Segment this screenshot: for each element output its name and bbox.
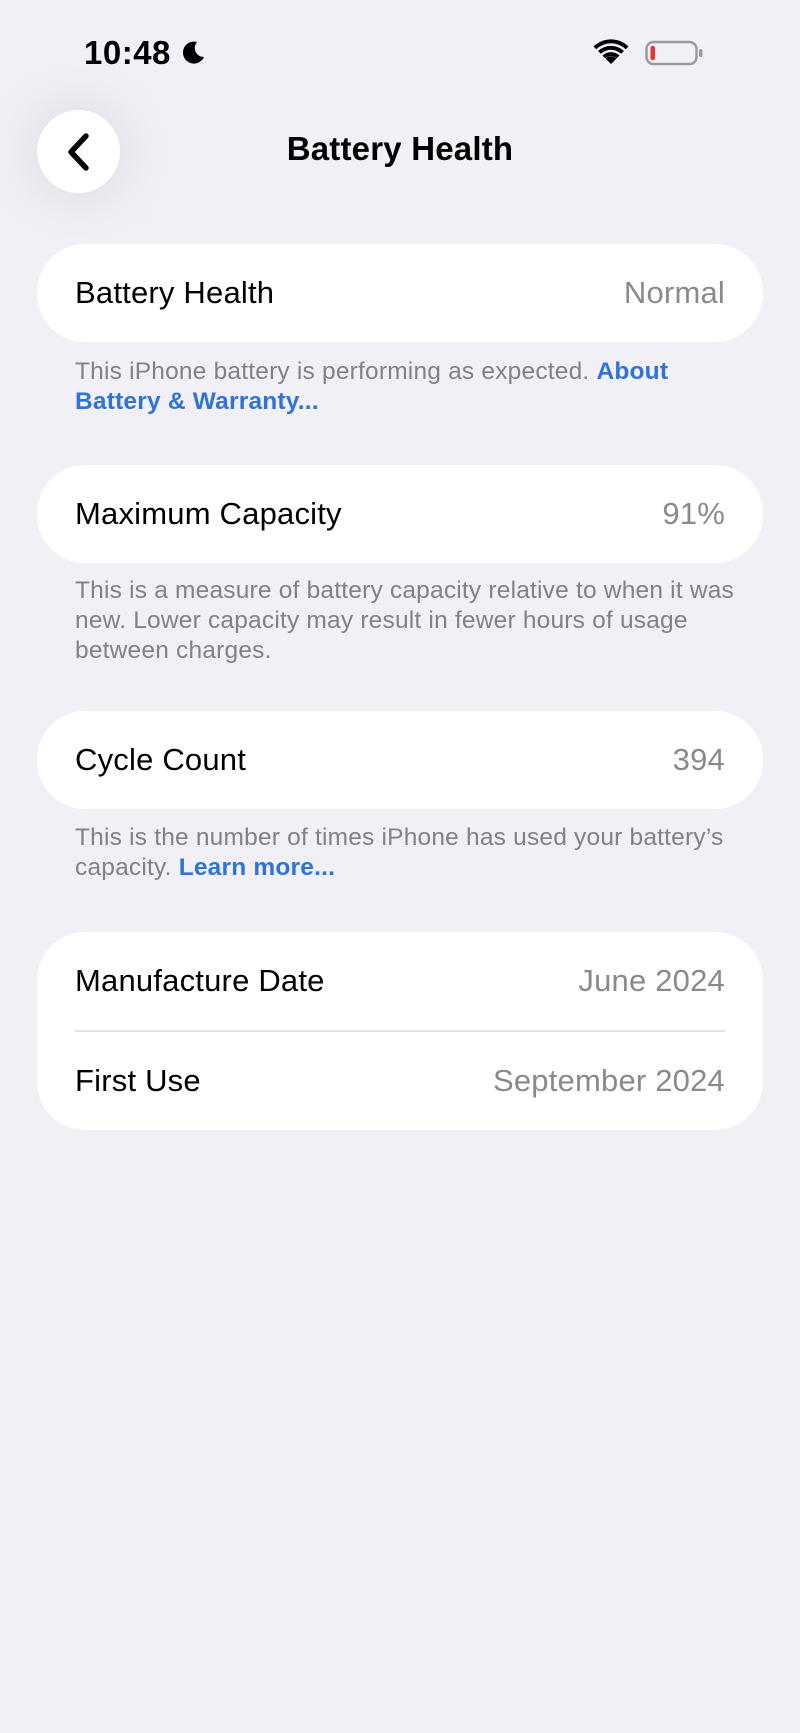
- manufacture-date-row: Manufacture Date June 2024: [37, 932, 763, 1030]
- moon-icon: [182, 41, 204, 64]
- first-use-row: First Use September 2024: [37, 1032, 763, 1130]
- maximum-capacity-footnote-text: This is a measure of battery capacity re…: [75, 577, 735, 664]
- cycle-count-footnote: This is the number of times iPhone has u…: [75, 823, 735, 883]
- first-use-value: September 2024: [492, 1063, 725, 1098]
- cycle-count-label: Cycle Count: [75, 742, 247, 777]
- manufacture-date-label: Manufacture Date: [75, 963, 325, 998]
- battery-low-icon: [645, 40, 703, 66]
- maximum-capacity-value: 91%: [662, 496, 725, 531]
- clock-text: 10:48: [84, 34, 171, 71]
- cycle-count-row: Cycle Count 394: [37, 711, 763, 809]
- maximum-capacity-row: Maximum Capacity 91%: [37, 465, 763, 563]
- cycle-count-card: Cycle Count 394: [37, 711, 763, 809]
- battery-health-card: Battery Health Normal: [37, 244, 763, 342]
- battery-health-value: Normal: [623, 275, 725, 310]
- battery-health-label: Battery Health: [75, 275, 275, 310]
- cycle-count-footnote-text: This is the number of times iPhone has u…: [75, 824, 724, 881]
- battery-health-footnote-text: This iPhone battery is performing as exp…: [75, 358, 597, 385]
- maximum-capacity-footnote: This is a measure of battery capacity re…: [75, 576, 735, 666]
- status-time: 10:48: [84, 34, 207, 72]
- wifi-icon: [593, 39, 629, 64]
- maximum-capacity-card: Maximum Capacity 91%: [37, 465, 763, 563]
- dates-card: Manufacture Date June 2024 First Use Sep…: [37, 932, 763, 1130]
- battery-health-footnote: This iPhone battery is performing as exp…: [75, 357, 735, 417]
- learn-more-link[interactable]: Learn more...: [179, 854, 335, 881]
- manufacture-date-value: June 2024: [578, 963, 725, 998]
- maximum-capacity-label: Maximum Capacity: [75, 496, 342, 531]
- first-use-label: First Use: [75, 1063, 201, 1098]
- status-bar: 10:48: [0, 0, 800, 100]
- page-title: Battery Health: [286, 130, 514, 167]
- battery-health-row: Battery Health Normal: [37, 244, 763, 342]
- cycle-count-value: 394: [672, 742, 725, 777]
